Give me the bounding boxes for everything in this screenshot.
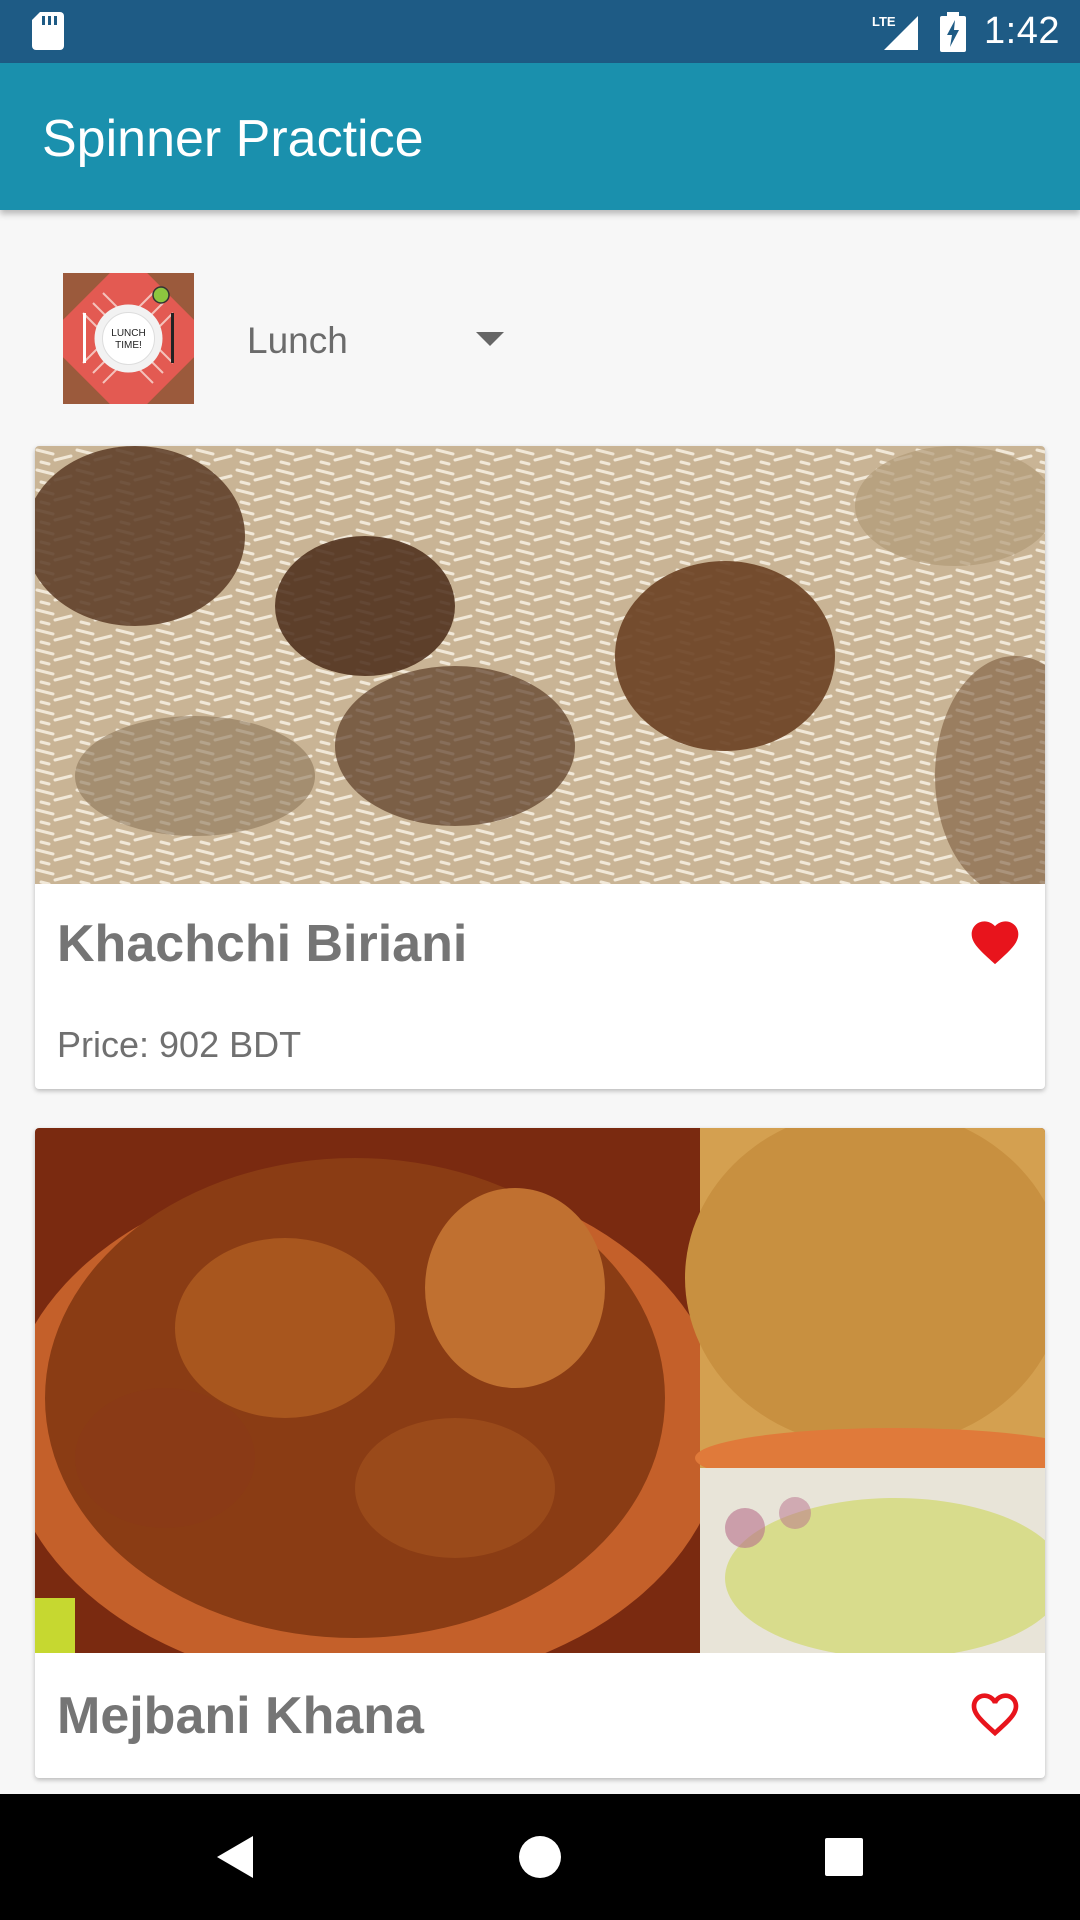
battery-charging-icon xyxy=(940,11,967,52)
sd-card-icon xyxy=(32,12,64,50)
spinner-selected-value[interactable]: Lunch xyxy=(247,320,348,362)
food-card[interactable]: Khachchi Biriani Price: 902 BDT xyxy=(35,446,1045,1089)
heart-filled-icon[interactable] xyxy=(967,914,1023,966)
food-name: Mejbani Khana xyxy=(57,1687,424,1745)
food-card[interactable]: Mejbani Khana xyxy=(35,1128,1045,1778)
back-icon xyxy=(217,1836,253,1878)
meal-spinner-row: LUNCH TIME! Lunch xyxy=(0,210,1080,446)
home-button[interactable] xyxy=(480,1794,600,1920)
svg-text:LUNCH: LUNCH xyxy=(111,328,145,339)
dropdown-arrow-icon[interactable] xyxy=(476,332,504,346)
mejbani-khana-image xyxy=(35,1128,1045,1653)
back-button[interactable] xyxy=(175,1794,295,1920)
signal-icon: LTE xyxy=(872,14,919,50)
app-title: Spinner Practice xyxy=(42,110,424,168)
heart-outline-icon[interactable] xyxy=(967,1686,1023,1738)
status-bar: LTE 1:42 xyxy=(0,0,1080,63)
svg-text:TIME!: TIME! xyxy=(115,340,142,351)
food-name: Khachchi Biriani xyxy=(57,915,468,973)
lunch-time-thumbnail: LUNCH TIME! xyxy=(63,273,194,404)
svg-text:LTE: LTE xyxy=(872,14,896,29)
recents-button[interactable] xyxy=(784,1794,904,1920)
home-icon xyxy=(519,1836,561,1878)
khachchi-biriani-image xyxy=(35,446,1045,884)
food-price: Price: 902 BDT xyxy=(57,1024,302,1065)
app-bar: Spinner Practice xyxy=(0,63,1080,210)
recents-icon xyxy=(825,1838,863,1876)
system-navigation-bar xyxy=(0,1794,1080,1920)
status-clock: 1:42 xyxy=(984,10,1060,52)
